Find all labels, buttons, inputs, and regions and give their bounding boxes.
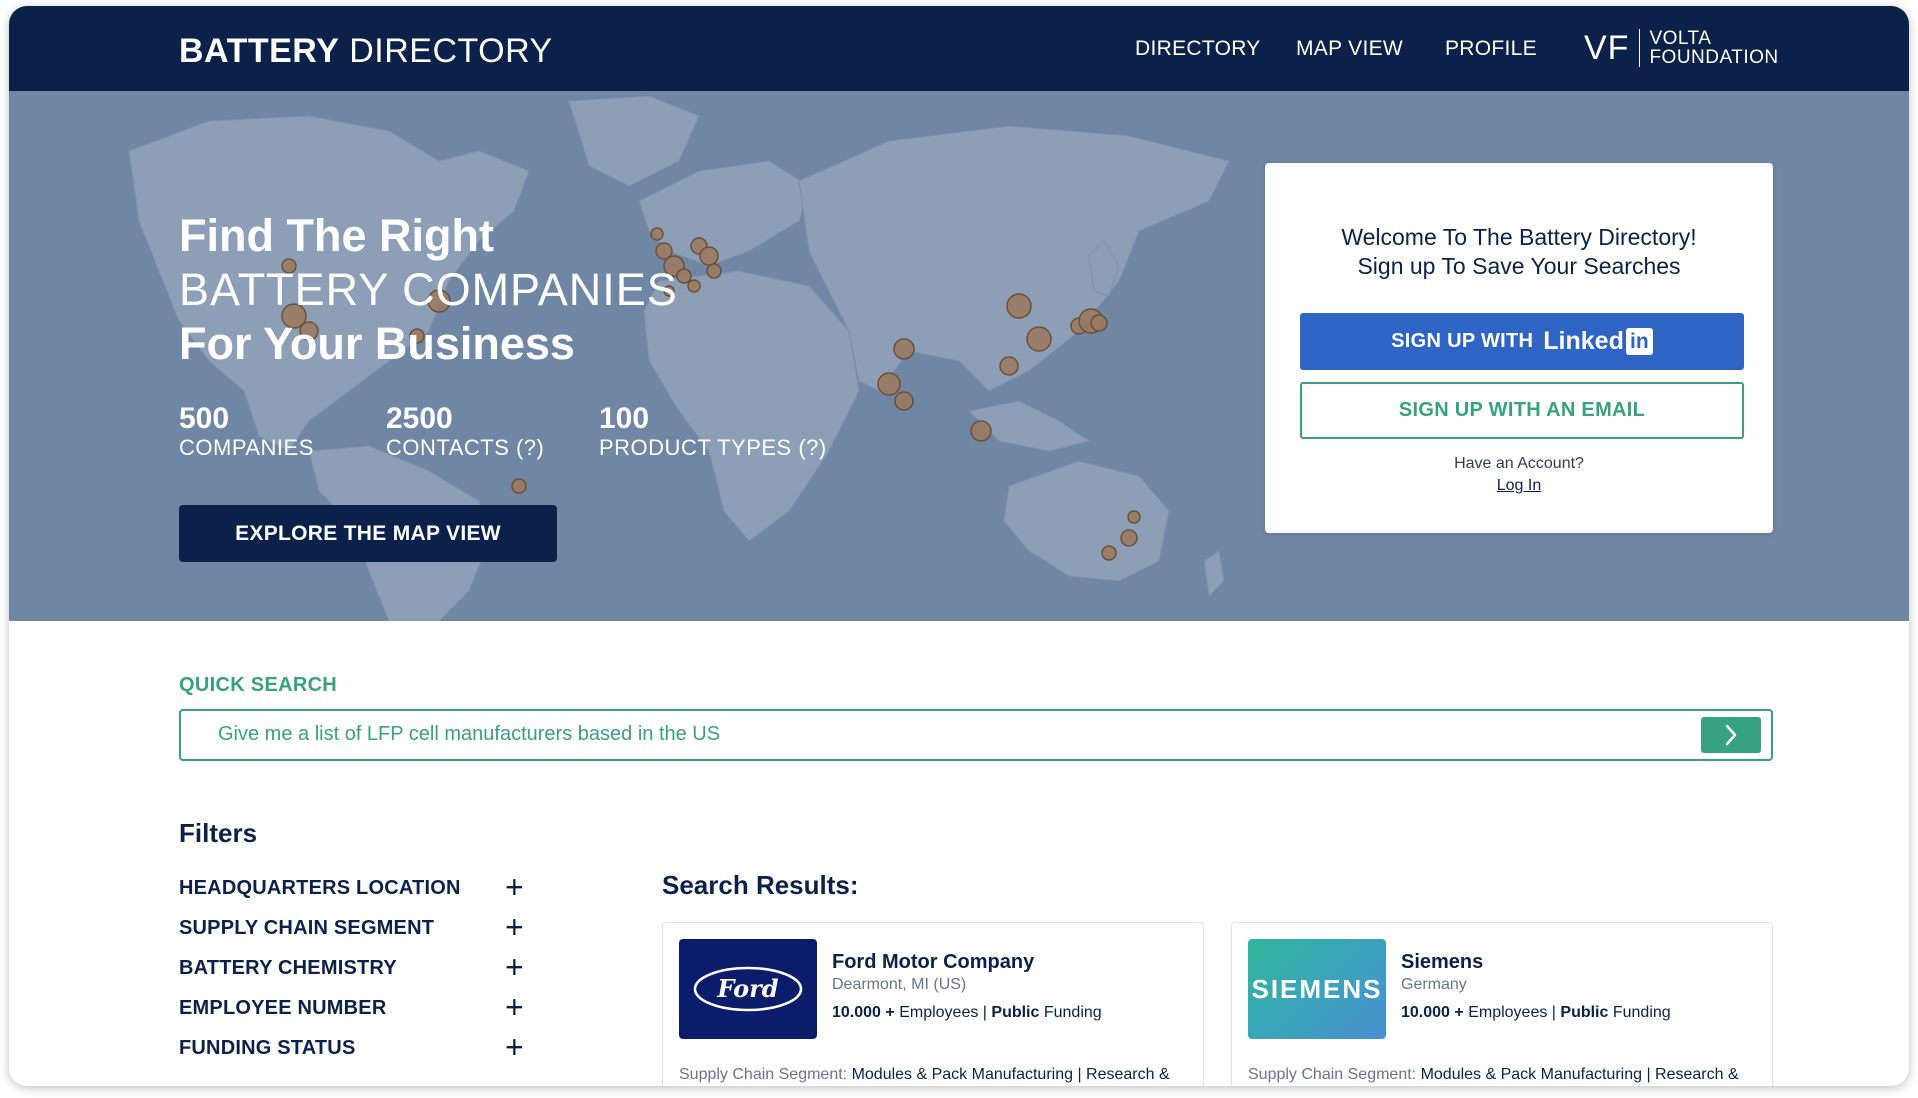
brand-bold: BATTERY: [179, 32, 340, 70]
filter-battery-chemistry[interactable]: BATTERY CHEMISTRY +: [179, 951, 529, 983]
hero-title-line2: BATTERY COMPANIES: [179, 264, 678, 315]
quick-search-box: [179, 709, 1773, 761]
signup-email-button[interactable]: SIGN UP WITH AN EMAIL: [1300, 382, 1744, 439]
siemens-logo-text: SIEMENS: [1251, 973, 1383, 1004]
continent-greenland: [568, 95, 700, 187]
filter-label: FUNDING STATUS: [179, 1037, 356, 1059]
plus-icon[interactable]: +: [505, 1031, 524, 1063]
plus-icon[interactable]: +: [505, 871, 524, 903]
result-card-siemens[interactable]: SIEMENS Siemens Germany 10.000 + Employe…: [1231, 922, 1773, 1086]
stat-value: 500: [179, 402, 230, 435]
vf-line2: FOUNDATION: [1649, 47, 1779, 68]
filters-title: Filters: [179, 818, 258, 848]
volta-foundation-logo[interactable]: VF VOLTA FOUNDATION: [1584, 26, 1779, 70]
linkedin-badge: in: [1625, 328, 1653, 355]
filter-employee-number[interactable]: EMPLOYEE NUMBER +: [179, 991, 529, 1023]
ford-logo: Ford: [679, 939, 817, 1039]
result-name[interactable]: Siemens: [1401, 951, 1483, 974]
explore-map-view-button[interactable]: EXPLORE THE MAP VIEW: [179, 505, 557, 562]
welcome-line1: Welcome To The Battery Directory!: [1341, 224, 1697, 250]
plus-icon[interactable]: +: [505, 951, 524, 983]
plus-icon[interactable]: +: [505, 911, 524, 943]
browser-frame: BATTERY DIRECTORY DIRECTORY MAP VIEW PRO…: [9, 6, 1909, 1086]
result-funding-label: Funding: [1612, 1004, 1671, 1021]
hero-title-line3: For Your Business: [179, 318, 575, 369]
quick-search-label: QUICK SEARCH: [179, 674, 338, 696]
result-employees-label: Employees: [1468, 1004, 1548, 1021]
filter-funding-status[interactable]: FUNDING STATUS +: [179, 1031, 529, 1063]
signup-linkedin-button[interactable]: SIGN UP WITH Linked in: [1300, 313, 1744, 370]
result-supply-chain: Supply Chain Segment: Modules & Pack Man…: [679, 1065, 1199, 1086]
result-employees: 10.000 +: [832, 1004, 895, 1021]
result-meta: 10.000 + Employees | Public Funding: [1401, 1004, 1671, 1021]
stat-label: CONTACTS (?): [386, 435, 545, 460]
continent-asia: [798, 125, 1230, 392]
signup-welcome: Welcome To The Battery Directory! Sign u…: [1265, 223, 1773, 281]
quick-search-input[interactable]: [218, 723, 1618, 746]
nav-link-directory[interactable]: DIRECTORY: [1135, 37, 1261, 61]
result-funding: Public: [1560, 1004, 1609, 1021]
stat-contacts[interactable]: 2500 CONTACTS (?): [386, 403, 544, 461]
segment-label: Supply Chain Segment:: [679, 1066, 848, 1083]
ford-oval-icon: Ford: [693, 966, 803, 1012]
vf-mark: VF: [1584, 29, 1641, 67]
brand-light: DIRECTORY: [349, 32, 553, 70]
filter-headquarters-location[interactable]: HEADQUARTERS LOCATION +: [179, 871, 529, 903]
segment-label: Supply Chain Segment:: [1248, 1066, 1417, 1083]
filter-label: HEADQUARTERS LOCATION: [179, 877, 461, 899]
plus-icon[interactable]: +: [505, 991, 524, 1023]
quick-search-submit-button[interactable]: [1701, 717, 1761, 753]
siemens-logo: SIEMENS: [1248, 939, 1386, 1039]
result-location: Germany: [1401, 976, 1467, 993]
ford-logo-text: Ford: [716, 974, 778, 1003]
linkedin-word: Linked: [1543, 327, 1624, 355]
filter-label: BATTERY CHEMISTRY: [179, 957, 397, 979]
hero-section: Find The Right BATTERY COMPANIES For You…: [9, 91, 1909, 621]
linkedin-icon: Linked in: [1543, 327, 1653, 356]
result-funding: Public: [991, 1004, 1040, 1021]
result-card-ford[interactable]: Ford Ford Motor Company Dearmont, MI (US…: [662, 922, 1204, 1086]
vf-text: VOLTA FOUNDATION: [1640, 29, 1778, 67]
filter-label: SUPPLY CHAIN SEGMENT: [179, 917, 435, 939]
result-name[interactable]: Ford Motor Company: [832, 951, 1034, 974]
linkedin-prefix: SIGN UP WITH: [1391, 330, 1534, 352]
hero-title: Find The Right BATTERY COMPANIES For You…: [179, 209, 678, 371]
filter-supply-chain-segment[interactable]: SUPPLY CHAIN SEGMENT +: [179, 911, 529, 943]
filter-label: EMPLOYEE NUMBER: [179, 997, 387, 1019]
result-meta: 10.000 + Employees | Public Funding: [832, 1004, 1102, 1021]
top-nav: BATTERY DIRECTORY DIRECTORY MAP VIEW PRO…: [9, 6, 1909, 91]
login-link[interactable]: Log In: [1265, 477, 1773, 495]
stat-label: PRODUCT TYPES (?): [599, 435, 827, 460]
nav-link-profile[interactable]: PROFILE: [1445, 37, 1537, 61]
nav-link-map-view[interactable]: MAP VIEW: [1296, 37, 1403, 61]
result-employees-label: Employees: [899, 1004, 979, 1021]
hero-title-line1: Find The Right: [179, 210, 494, 261]
vf-line1: VOLTA: [1649, 28, 1712, 49]
stat-product-types[interactable]: 100 PRODUCT TYPES (?): [599, 403, 827, 461]
stat-value: 100: [599, 402, 650, 435]
have-account-text: Have an Account?: [1454, 455, 1584, 472]
result-location: Dearmont, MI (US): [832, 976, 967, 993]
result-funding-label: Funding: [1043, 1004, 1102, 1021]
continent-australia: [1003, 460, 1170, 582]
stat-companies: 500 COMPANIES: [179, 403, 314, 461]
stat-label: COMPANIES: [179, 435, 314, 460]
chevron-right-icon: [1725, 724, 1737, 746]
welcome-line2: Sign up To Save Your Searches: [1357, 253, 1681, 279]
brand-logo[interactable]: BATTERY DIRECTORY: [179, 32, 553, 71]
stat-value: 2500: [386, 402, 453, 435]
search-results-title: Search Results:: [662, 870, 859, 900]
island-new-zealand: [1203, 550, 1225, 598]
result-employees: 10.000 +: [1401, 1004, 1464, 1021]
signup-card: Welcome To The Battery Directory! Sign u…: [1265, 163, 1773, 533]
result-supply-chain: Supply Chain Segment: Modules & Pack Man…: [1248, 1065, 1768, 1086]
